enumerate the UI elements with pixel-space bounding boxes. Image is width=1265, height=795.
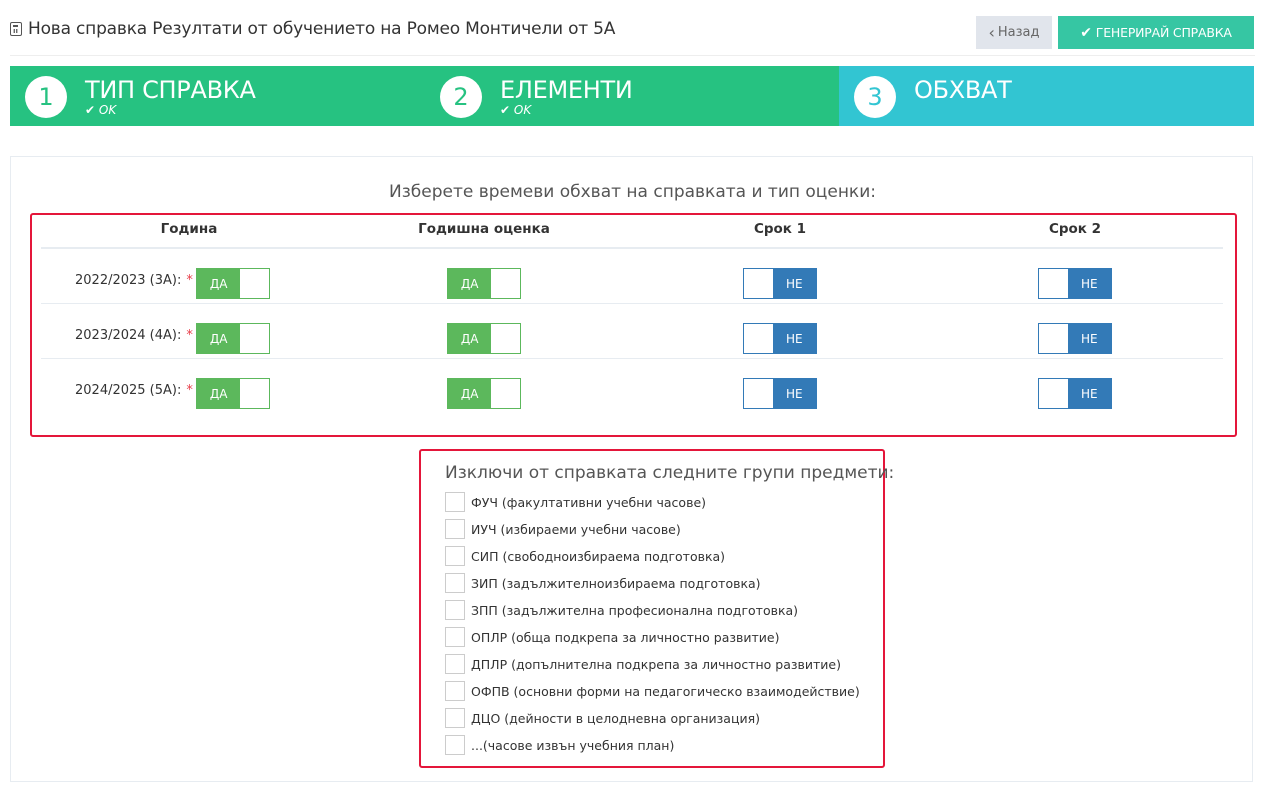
checkbox[interactable] — [445, 654, 465, 674]
step-status: ✔ OK — [85, 103, 117, 117]
term1-toggle[interactable]: НЕ — [743, 378, 817, 409]
column-header-year: Година — [160, 221, 218, 237]
wizard-step-elements[interactable]: 2 ЕЛЕМЕНТИ ✔ OK — [425, 66, 839, 126]
page-title-text: Нова справка Резултати от обучението на … — [28, 19, 616, 39]
back-button-label: Назад — [997, 25, 1040, 40]
year-toggle[interactable]: ДА — [196, 268, 270, 299]
generate-report-button[interactable]: ✔ ГЕНЕРИРАЙ СПРАВКА — [1058, 16, 1254, 49]
wizard-step-scope[interactable]: 3 ОБХВАТ — [839, 66, 1254, 126]
wizard-steps: 1 ТИП СПРАВКА ✔ OK 2 ЕЛЕМЕНТИ ✔ OK 3 ОБХ… — [10, 66, 1254, 126]
required-marker: * — [186, 273, 193, 288]
checkbox[interactable] — [445, 519, 465, 539]
step-number: 1 — [25, 76, 67, 118]
step-status: ✔ OK — [500, 103, 532, 117]
back-button[interactable]: ‹ Назад — [976, 16, 1052, 49]
exclude-option[interactable]: ДЦО (дейности в целодневна организация) — [445, 708, 760, 728]
checkbox[interactable] — [445, 735, 465, 755]
term2-toggle[interactable]: НЕ — [1038, 378, 1112, 409]
year-label: 2024/2025 (5А): * — [75, 383, 193, 398]
checkbox[interactable] — [445, 573, 465, 593]
header-divider — [10, 55, 1255, 56]
step-title: ОБХВАТ — [914, 76, 1012, 104]
step-number: 2 — [440, 76, 482, 118]
term2-toggle[interactable]: НЕ — [1038, 268, 1112, 299]
annual-grade-toggle[interactable]: ДА — [447, 323, 521, 354]
exclude-option[interactable]: ИУЧ (избираеми учебни часове) — [445, 519, 681, 539]
term2-toggle[interactable]: НЕ — [1038, 323, 1112, 354]
checkbox[interactable] — [445, 600, 465, 620]
wizard-step-type[interactable]: 1 ТИП СПРАВКА ✔ OK — [10, 66, 425, 126]
page-title: Нова справка Резултати от обучението на … — [10, 19, 615, 39]
scope-title: Изберете времеви обхват на справката и т… — [389, 182, 876, 202]
row-divider — [41, 358, 1223, 359]
checkbox[interactable] — [445, 708, 465, 728]
exclude-option[interactable]: ОФПВ (основни форми на педагогическо вза… — [445, 681, 860, 701]
generate-button-label: ГЕНЕРИРАЙ СПРАВКА — [1095, 25, 1232, 40]
checkbox[interactable] — [445, 681, 465, 701]
checkbox[interactable] — [445, 492, 465, 512]
checkbox[interactable] — [445, 546, 465, 566]
check-icon: ✔ — [1080, 24, 1092, 41]
chevron-left-icon: ‹ — [988, 22, 995, 42]
year-toggle[interactable]: ДА — [196, 378, 270, 409]
exclude-option[interactable]: ЗИП (задължителноизбираема подготовка) — [445, 573, 761, 593]
exclude-option[interactable]: ОПЛР (обща подкрепа за личностно развити… — [445, 627, 779, 647]
step-title: ЕЛЕМЕНТИ — [500, 76, 633, 104]
exclude-option[interactable]: ЗПП (задължителна професионална подготов… — [445, 600, 798, 620]
checkbox[interactable] — [445, 627, 465, 647]
column-header-annual: Годишна оценка — [418, 221, 550, 237]
year-toggle[interactable]: ДА — [196, 323, 270, 354]
column-header-term1: Срок 1 — [753, 221, 807, 237]
year-label: 2023/2024 (4А): * — [75, 328, 193, 343]
term1-toggle[interactable]: НЕ — [743, 268, 817, 299]
exclude-groups-title: Изключи от справката следните групи пред… — [445, 463, 895, 483]
step-number: 3 — [854, 76, 896, 118]
required-marker: * — [186, 383, 193, 398]
check-icon: ✔ — [500, 103, 514, 117]
exclude-option[interactable]: СИП (свободноизбираема подготовка) — [445, 546, 725, 566]
check-icon: ✔ — [85, 103, 99, 117]
annual-grade-toggle[interactable]: ДА — [447, 378, 521, 409]
exclude-option[interactable]: ФУЧ (факултативни учебни часове) — [445, 492, 706, 512]
calculator-icon — [10, 22, 22, 36]
row-divider — [41, 303, 1223, 304]
step-title: ТИП СПРАВКА — [85, 76, 256, 104]
year-label: 2022/2023 (3А): * — [75, 273, 193, 288]
page-header: Нова справка Резултати от обучението на … — [0, 0, 1265, 56]
annual-grade-toggle[interactable]: ДА — [447, 268, 521, 299]
exclude-option[interactable]: ДПЛР (допълнителна подкрепа за личностно… — [445, 654, 841, 674]
exclude-option[interactable]: ...(часове извън учебния план) — [445, 735, 674, 755]
required-marker: * — [186, 328, 193, 343]
column-header-term2: Срок 2 — [1048, 221, 1102, 237]
term1-toggle[interactable]: НЕ — [743, 323, 817, 354]
table-header-divider — [41, 247, 1223, 249]
